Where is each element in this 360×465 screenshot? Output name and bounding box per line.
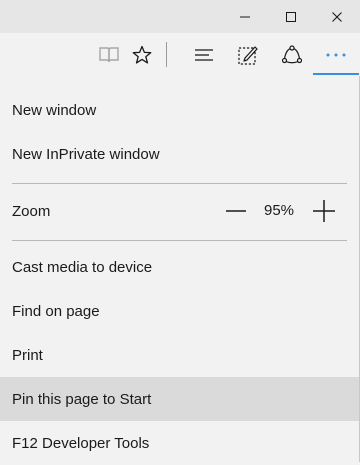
web-note-button[interactable] xyxy=(229,33,267,76)
menu-item-new-window[interactable]: New window xyxy=(0,88,359,132)
menu-item-find-on-page[interactable]: Find on page xyxy=(0,289,359,333)
menu-item-label: Print xyxy=(12,346,43,364)
menu-item-label: F12 Developer Tools xyxy=(12,434,150,452)
zoom-in-button[interactable] xyxy=(313,200,335,222)
zoom-label: Zoom xyxy=(12,202,51,220)
share-icon xyxy=(281,44,303,63)
share-button[interactable] xyxy=(273,33,311,76)
minus-icon xyxy=(226,210,246,212)
menu-item-pin-to-start[interactable]: Pin this page to Start xyxy=(0,377,359,421)
menu-divider xyxy=(12,240,347,241)
maximize-icon xyxy=(286,11,296,22)
toolbar-separator xyxy=(166,42,167,67)
reading-view-icon xyxy=(99,46,119,62)
more-actions-button[interactable] xyxy=(317,33,355,76)
more-actions-menu: New window New InPrivate window Zoom 95%… xyxy=(0,76,360,462)
title-bar xyxy=(0,0,360,33)
web-note-icon xyxy=(238,45,258,65)
menu-item-label: New InPrivate window xyxy=(12,145,160,163)
active-button-indicator xyxy=(313,73,359,75)
menu-item-cast-media[interactable]: Cast media to device xyxy=(0,245,359,289)
menu-item-label: Pin this page to Start xyxy=(12,390,152,408)
menu-divider xyxy=(12,183,347,184)
more-actions-icon xyxy=(326,53,346,56)
favorite-star-icon xyxy=(132,45,152,64)
minimize-icon xyxy=(240,16,250,17)
maximize-button[interactable] xyxy=(268,0,314,33)
close-icon xyxy=(332,11,342,22)
hub-icon xyxy=(195,48,213,61)
menu-item-label: Cast media to device xyxy=(12,258,153,276)
menu-item-print[interactable]: Print xyxy=(0,333,359,377)
menu-item-new-inprivate-window[interactable]: New InPrivate window xyxy=(0,132,359,176)
menu-item-label: New window xyxy=(12,101,97,119)
menu-item-label: Find on page xyxy=(12,302,100,320)
zoom-level: 95% xyxy=(264,202,295,219)
menu-item-developer-tools[interactable]: F12 Developer Tools xyxy=(0,421,359,465)
plus-icon xyxy=(313,200,335,222)
browser-toolbar xyxy=(0,33,360,76)
minimize-button[interactable] xyxy=(222,0,268,33)
favorites-button[interactable] xyxy=(123,33,161,76)
zoom-out-button[interactable] xyxy=(226,203,246,219)
close-button[interactable] xyxy=(314,0,360,33)
hub-button[interactable] xyxy=(185,33,223,76)
menu-item-zoom: Zoom 95% xyxy=(0,189,359,233)
